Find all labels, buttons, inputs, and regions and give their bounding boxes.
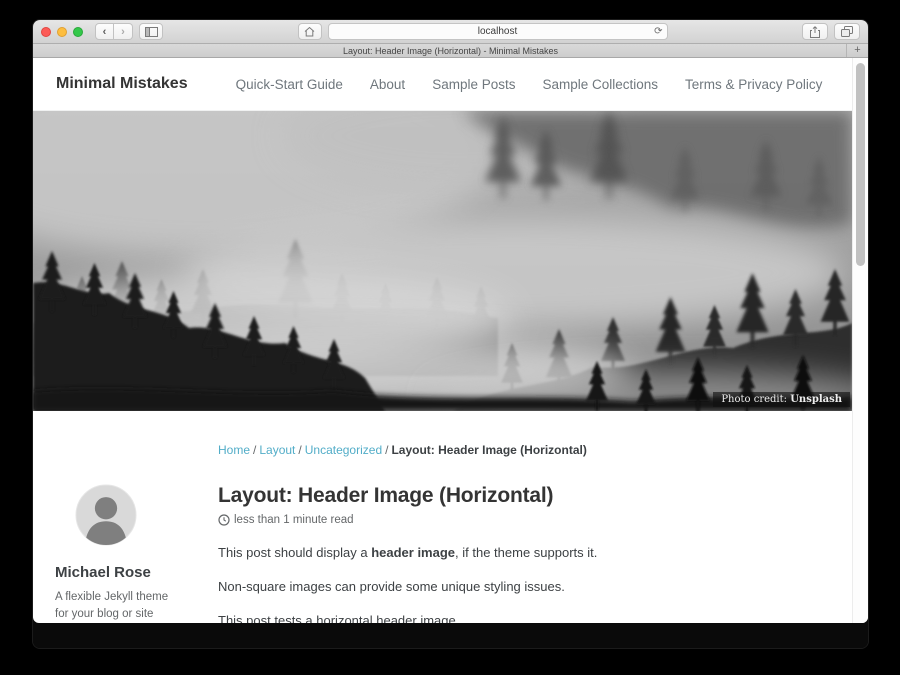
- breadcrumb-home-link[interactable]: Home: [218, 443, 250, 457]
- nav-quick-start-guide[interactable]: Quick-Start Guide: [236, 77, 343, 92]
- breadcrumb-separator: /: [250, 443, 259, 457]
- nav-sample-collections[interactable]: Sample Collections: [542, 77, 658, 92]
- photo-credit-label: Photo credit:: [721, 394, 790, 405]
- scrollbar-thumb[interactable]: [856, 63, 865, 266]
- share-button[interactable]: [802, 23, 828, 40]
- forward-button[interactable]: ›: [114, 23, 133, 40]
- paragraph-text: , if the theme supports it.: [455, 545, 597, 560]
- forward-icon: ›: [121, 26, 125, 38]
- author-avatar: [75, 484, 137, 546]
- minimize-window-button[interactable]: [57, 27, 67, 37]
- home-icon: [304, 26, 315, 37]
- home-button[interactable]: [298, 23, 322, 40]
- breadcrumb-uncategorized-link[interactable]: Uncategorized: [305, 443, 382, 457]
- header-image: Photo credit: Unsplash: [33, 111, 852, 411]
- address-bar[interactable]: localhost ⟳: [328, 23, 668, 40]
- page-scrollbar[interactable]: [852, 58, 868, 623]
- photo-credit: Photo credit: Unsplash: [713, 392, 850, 407]
- browser-window: ‹ › localhost ⟳: [33, 20, 868, 648]
- read-time: less than 1 minute read: [234, 514, 354, 526]
- history-nav-group: ‹ ›: [95, 23, 133, 40]
- nav-sample-posts[interactable]: Sample Posts: [432, 77, 515, 92]
- back-button[interactable]: ‹: [95, 23, 114, 40]
- page-viewport: Minimal Mistakes Quick-Start Guide About…: [33, 58, 868, 623]
- breadcrumb: Home/Layout/Uncategorized/Layout: Header…: [218, 443, 868, 457]
- breadcrumb-layout-link[interactable]: Layout: [259, 443, 295, 457]
- post-title: Layout: Header Image (Horizontal): [218, 484, 818, 508]
- post-paragraph: This post tests a horizontal header imag…: [218, 613, 818, 623]
- active-tab[interactable]: Layout: Header Image (Horizontal) - Mini…: [33, 44, 868, 58]
- tab-bar: Layout: Header Image (Horizontal) - Mini…: [33, 44, 868, 58]
- zoom-window-button[interactable]: [73, 27, 83, 37]
- foggy-forest-illustration: [33, 111, 852, 411]
- post-meta: less than 1 minute read: [218, 514, 818, 526]
- browser-toolbar: ‹ › localhost ⟳: [33, 20, 868, 44]
- paragraph-text: This post should display a: [218, 545, 371, 560]
- site-masthead: Minimal Mistakes Quick-Start Guide About…: [33, 58, 868, 111]
- show-all-tabs-button[interactable]: [834, 23, 860, 40]
- author-name: Michael Rose: [53, 564, 203, 581]
- breadcrumb-current: Layout: Header Image (Horizontal): [391, 443, 586, 457]
- reload-icon[interactable]: ⟳: [654, 26, 662, 37]
- author-sidebar: Michael Rose A flexible Jekyll theme for…: [53, 484, 203, 623]
- paragraph-bold-text: header image: [371, 545, 455, 560]
- post-paragraph: This post should display a header image,…: [218, 545, 818, 560]
- author-bio: A flexible Jekyll theme for your blog or…: [53, 589, 171, 623]
- back-icon: ‹: [103, 26, 107, 38]
- site-title-link[interactable]: Minimal Mistakes: [56, 75, 188, 93]
- window-controls: [41, 27, 83, 37]
- close-window-button[interactable]: [41, 27, 51, 37]
- share-icon: [810, 26, 820, 38]
- sidebar-toggle-button[interactable]: [139, 23, 163, 40]
- nav-about[interactable]: About: [370, 77, 405, 92]
- window-bottom-shadow: [33, 623, 868, 648]
- url-text: localhost: [329, 26, 667, 37]
- photo-credit-source: Unsplash: [790, 394, 842, 405]
- nav-terms-privacy[interactable]: Terms & Privacy Policy: [685, 77, 822, 92]
- post-article: Layout: Header Image (Horizontal) less t…: [218, 484, 818, 623]
- clock-icon: [218, 514, 230, 526]
- new-tab-button[interactable]: +: [846, 44, 868, 57]
- sidebar-icon: [145, 27, 158, 37]
- post-paragraph: Non-square images can provide some uniqu…: [218, 579, 818, 594]
- tabs-overview-icon: [841, 26, 853, 37]
- breadcrumb-separator: /: [295, 443, 304, 457]
